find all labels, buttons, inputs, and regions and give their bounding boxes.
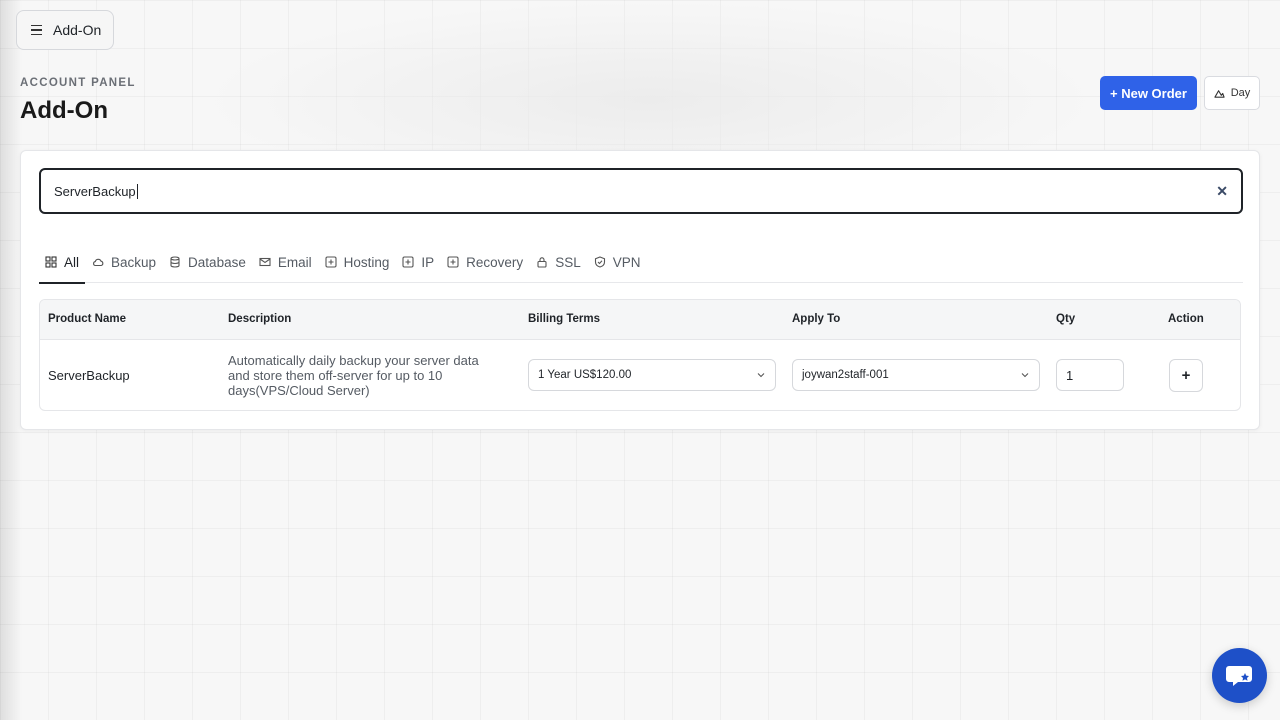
quantity-value: 1	[1066, 367, 1074, 383]
search-input[interactable]: ServerBackup ✕	[39, 168, 1243, 214]
chevron-down-icon	[757, 373, 765, 378]
tab-label: VPN	[612, 254, 641, 270]
chat-bubble-icon	[1225, 665, 1252, 686]
apply-to-select[interactable]: joywan2staff-001	[792, 359, 1040, 391]
addon-table: Product Name Description Billing Terms A…	[39, 299, 1241, 411]
mail-icon	[259, 257, 271, 267]
tab-label: Email	[277, 254, 312, 270]
tab-label: IP	[421, 254, 435, 270]
tab-label: Database	[188, 254, 246, 270]
search-value: ServerBackup	[54, 183, 136, 199]
quantity-input[interactable]: 1	[1056, 359, 1124, 391]
product-name: ServerBackup	[48, 368, 130, 383]
table-header: Product Name Description Billing Terms A…	[40, 300, 1240, 340]
add-to-order-button[interactable]: +	[1169, 359, 1203, 392]
billing-terms-value: 1 Year US$120.00	[538, 369, 632, 381]
column-header-product: Product Name	[48, 313, 126, 325]
column-header-action: Action	[1168, 313, 1204, 325]
menu-button[interactable]: Add-On	[16, 10, 114, 50]
tab-email[interactable]: Email	[253, 249, 318, 283]
column-header-apply-to: Apply To	[792, 313, 841, 325]
grid-icon	[45, 256, 57, 268]
page-title: Add-On	[20, 97, 108, 124]
tab-database[interactable]: Database	[163, 249, 252, 283]
billing-terms-select[interactable]: 1 Year US$120.00	[528, 359, 776, 391]
shield-icon	[594, 256, 605, 268]
theme-label: Day	[1230, 87, 1251, 99]
tab-vpn[interactable]: VPN	[588, 249, 647, 283]
tab-backup[interactable]: Backup	[86, 249, 162, 283]
left-edge-shadow	[0, 0, 22, 720]
theme-toggle-button[interactable]: Day	[1204, 76, 1260, 110]
tab-hosting[interactable]: Hosting	[319, 249, 396, 283]
page-eyebrow: ACCOUNT PANEL	[20, 77, 136, 89]
plus-square-icon	[447, 256, 459, 268]
addon-card: ServerBackup ✕ All Backup Database Email…	[20, 150, 1260, 430]
plus-square-icon	[325, 256, 337, 268]
tab-ssl[interactable]: SSL	[530, 249, 587, 283]
chevron-down-icon	[1021, 373, 1029, 378]
cloud-icon	[93, 258, 104, 267]
tab-label: Hosting	[343, 254, 390, 270]
apply-to-value: joywan2staff-001	[802, 369, 889, 381]
lock-icon	[537, 257, 547, 268]
sun-mountain-icon	[1214, 89, 1225, 98]
product-description: Automatically daily backup your server d…	[228, 353, 479, 398]
table-row: ServerBackup Automatically daily backup …	[40, 340, 1240, 410]
tab-label: Backup	[111, 254, 157, 270]
text-caret	[136, 183, 138, 199]
database-icon	[170, 256, 180, 268]
tab-label: All	[64, 254, 80, 270]
tab-ip[interactable]: IP	[396, 249, 440, 283]
tab-all[interactable]: All	[39, 249, 86, 284]
category-tabs: All Backup Database Email Hosting IP Rec…	[39, 249, 1243, 284]
new-order-button[interactable]: + New Order	[1100, 76, 1197, 110]
menu-button-label: Add-On	[53, 22, 102, 38]
chat-support-button[interactable]	[1212, 648, 1267, 703]
tab-label: SSL	[555, 254, 581, 270]
column-header-qty: Qty	[1056, 313, 1076, 325]
column-header-billing: Billing Terms	[528, 313, 600, 325]
tab-label: Recovery	[466, 254, 524, 270]
tab-recovery[interactable]: Recovery	[441, 249, 529, 283]
column-header-description: Description	[228, 313, 292, 325]
plus-square-icon	[402, 256, 414, 268]
clear-search-icon[interactable]: ✕	[1216, 183, 1228, 200]
hamburger-icon	[31, 24, 42, 36]
